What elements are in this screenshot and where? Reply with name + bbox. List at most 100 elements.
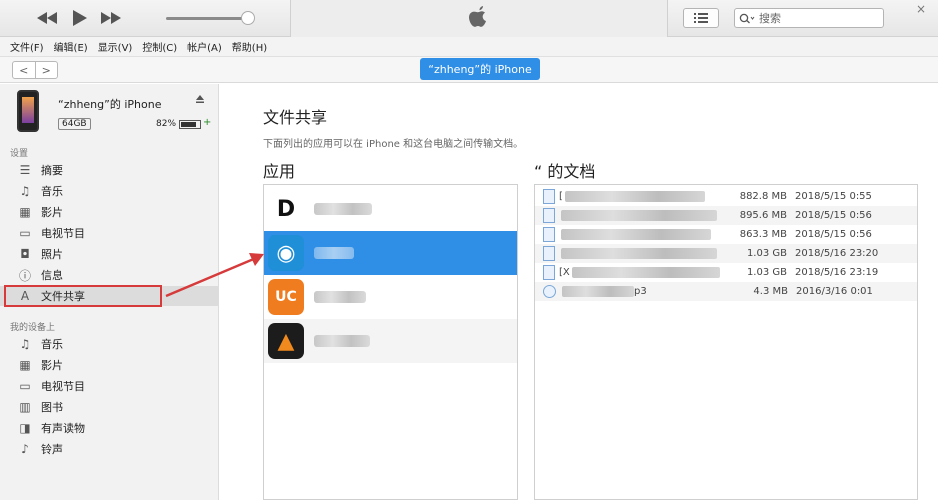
menu-bar: 文件(F) 编辑(E) 显示(V) 控制(C) 帐户(A) 帮助(H) — [0, 37, 938, 57]
table-row[interactable]: [X 1.03 GB 2018/5/16 23:19 — [535, 263, 917, 282]
document-icon — [543, 227, 555, 242]
list-item[interactable]: ◉ — [264, 231, 517, 275]
search-icon — [739, 13, 755, 23]
document-size: 863.3 MB — [739, 229, 787, 240]
app-uc-browser-icon: UC — [268, 279, 304, 315]
forward-button[interactable]: > — [34, 62, 58, 78]
sidebar-item-label: 铃声 — [41, 443, 63, 456]
blurred-app-name — [314, 247, 354, 259]
table-row[interactable]: 895.6 MB 2018/5/15 0:56 — [535, 206, 917, 225]
book-icon: ▥ — [19, 400, 31, 414]
blurred-app-name — [314, 335, 370, 347]
document-icon — [543, 246, 555, 261]
player-toolbar: 搜索 × — [0, 0, 938, 37]
device-button[interactable]: “zhheng”的 iPhone — [420, 58, 540, 80]
eject-icon[interactable] — [195, 94, 205, 107]
menu-file[interactable]: 文件(F) — [10, 39, 44, 54]
tv-icon: ▭ — [19, 379, 31, 393]
blurred-text — [571, 267, 720, 278]
sidebar-item-label: 有声读物 — [41, 422, 85, 435]
menu-control[interactable]: 控制(C) — [142, 39, 177, 54]
device-name: “zhheng”的 iPhone — [58, 98, 162, 111]
blurred-app-name — [314, 203, 372, 215]
blurred-app-name — [314, 291, 366, 303]
apps-header: 应用 — [263, 162, 296, 181]
sidebar-item-tv[interactable]: ▭ 电视节目 — [0, 223, 219, 243]
battery-percent: 82% — [156, 119, 177, 129]
sidebar-item-device-movies[interactable]: ▦ 影片 — [0, 355, 219, 375]
sidebar-item-label: 影片 — [41, 206, 63, 219]
menu-view[interactable]: 显示(V) — [98, 39, 133, 54]
list-item[interactable]: D — [264, 187, 517, 231]
sidebar-item-label: 影片 — [41, 359, 63, 372]
menu-help[interactable]: 帮助(H) — [232, 39, 267, 54]
document-name — [559, 210, 731, 221]
close-icon[interactable]: × — [916, 2, 926, 16]
document-name: p3 — [560, 286, 732, 297]
sidebar-item-label: 音乐 — [41, 185, 63, 198]
volume-slider[interactable] — [166, 17, 248, 20]
charging-icon: + — [203, 117, 212, 128]
document-name — [559, 229, 731, 240]
sidebar-item-label: 摘要 — [41, 164, 63, 177]
page-title: 文件共享 — [263, 108, 328, 127]
search-placeholder: 搜索 — [759, 12, 781, 25]
documents-header: “ 的文档 — [534, 162, 596, 181]
sidebar-item-label: 图书 — [41, 401, 63, 414]
sidebar-item-summary[interactable]: ☰ 摘要 — [0, 160, 219, 180]
battery-icon — [179, 120, 201, 129]
app-vlc-icon: ▲ — [268, 323, 304, 359]
page-description: 下面列出的应用可以在 iPhone 和这台电脑之间传输文档。 — [263, 139, 524, 150]
film-icon: ▦ — [19, 358, 31, 372]
search-input[interactable]: 搜索 — [734, 8, 884, 28]
sidebar-item-device-music[interactable]: ♫ 音乐 — [0, 334, 219, 354]
menu-account[interactable]: 帐户(A) — [187, 39, 222, 54]
tv-icon: ▭ — [19, 226, 31, 240]
sidebar-item-device-audiobooks[interactable]: ◨ 有声读物 — [0, 418, 219, 438]
audiobook-icon: ◨ — [19, 421, 31, 435]
list-item[interactable]: UC — [264, 275, 517, 319]
volume-knob[interactable] — [241, 11, 255, 25]
table-row[interactable]: 1.03 GB 2018/5/16 23:20 — [535, 244, 917, 263]
audio-file-icon — [543, 285, 556, 298]
menu-edit[interactable]: 编辑(E) — [54, 39, 88, 54]
iphone-icon — [17, 90, 39, 132]
sidebar-item-photos[interactable]: ◘ 照片 — [0, 244, 219, 264]
blurred-text — [562, 286, 634, 297]
document-size: 895.6 MB — [739, 210, 787, 221]
fast-forward-icon[interactable] — [98, 8, 124, 28]
play-icon[interactable] — [66, 8, 92, 28]
summary-icon: ☰ — [19, 163, 31, 177]
document-name-prefix: [ — [559, 191, 563, 202]
blurred-text — [561, 210, 717, 221]
sidebar-item-music[interactable]: ♫ 音乐 — [0, 181, 219, 201]
sidebar-item-info[interactable]: ⓘ 信息 — [0, 265, 219, 285]
status-display — [290, 0, 668, 37]
document-name-prefix: [X — [559, 267, 570, 278]
rewind-icon[interactable] — [34, 8, 60, 28]
back-button[interactable]: < — [13, 62, 35, 78]
document-icon — [543, 208, 555, 223]
sidebar-item-device-tv[interactable]: ▭ 电视节目 — [0, 376, 219, 396]
document-date: 2018/5/15 0:56 — [795, 229, 872, 240]
document-icon — [543, 265, 555, 280]
list-item[interactable]: ▲ — [264, 319, 517, 363]
sidebar-item-device-tones[interactable]: ♪ 铃声 — [0, 439, 219, 459]
document-date: 2018/5/15 0:56 — [795, 210, 872, 221]
music-icon: ♫ — [19, 184, 31, 198]
table-row[interactable]: p3 4.3 MB 2016/3/16 0:01 — [535, 282, 917, 301]
app-player-icon: ◉ — [268, 235, 304, 271]
sidebar-item-label: 电视节目 — [41, 227, 85, 240]
my-device-section-label: 我的设备上 — [10, 323, 56, 333]
table-row[interactable]: 863.3 MB 2018/5/15 0:56 — [535, 225, 917, 244]
table-row[interactable]: [ 882.8 MB 2018/5/15 0:55 — [535, 187, 917, 206]
list-view-button[interactable] — [683, 8, 719, 28]
navigation-bar: < > “zhheng”的 iPhone — [0, 57, 938, 83]
document-name: [X — [559, 267, 731, 278]
sidebar-item-label: 照片 — [41, 248, 63, 261]
sidebar-item-label: 电视节目 — [41, 380, 85, 393]
sidebar-item-label: 音乐 — [41, 338, 63, 351]
sidebar-item-device-books[interactable]: ▥ 图书 — [0, 397, 219, 417]
sidebar-item-movies[interactable]: ▦ 影片 — [0, 202, 219, 222]
bell-icon: ♪ — [21, 442, 29, 456]
